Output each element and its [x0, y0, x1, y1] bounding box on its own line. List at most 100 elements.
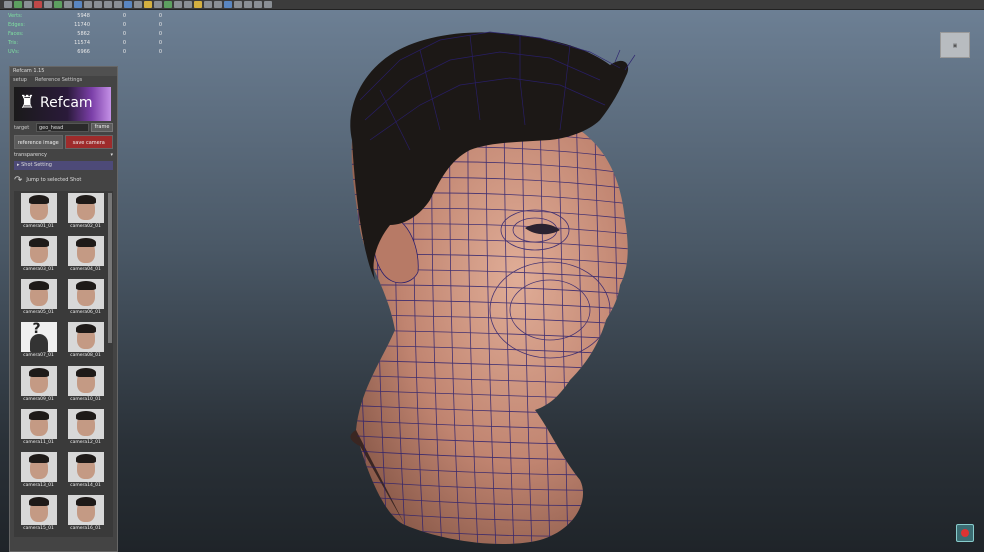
history-icon[interactable] — [124, 1, 132, 8]
thumbnail-caption: camera10_01 — [70, 396, 101, 402]
menu-reference-settings[interactable]: Reference Settings — [35, 77, 82, 84]
render-settings-icon[interactable] — [154, 1, 162, 8]
light-icon[interactable] — [184, 1, 192, 8]
question-mark-icon: ? — [20, 322, 57, 353]
target-label: target — [14, 124, 30, 131]
xray-icon[interactable] — [244, 1, 252, 8]
record-icon[interactable] — [956, 524, 974, 542]
frame-button[interactable]: frame — [91, 123, 113, 132]
save-scene-icon[interactable] — [24, 1, 32, 8]
hud-value: 5862 — [77, 31, 90, 37]
thumbnail-caption: camera11_01 — [23, 439, 54, 445]
hud-label: Tris: — [8, 40, 19, 46]
hud-value: 11574 — [74, 40, 90, 46]
wireframe-icon[interactable] — [224, 1, 232, 8]
head-model[interactable] — [120, 10, 984, 552]
thumbnail-caption: camera15_01 — [23, 525, 54, 531]
hud-label: Edges: — [8, 22, 25, 28]
save-camera-button[interactable]: save camera — [64, 135, 113, 149]
thumbnail-caption: camera06_01 — [70, 310, 101, 316]
sun-icon[interactable] — [194, 1, 202, 8]
hud-value: 5948 — [77, 13, 90, 19]
logo-text: Refcam — [40, 95, 93, 111]
thumbnail-scrollbar[interactable] — [108, 193, 112, 343]
transparency-slider-icon[interactable]: ▾ — [110, 152, 113, 158]
shot-thumbnail[interactable]: camera13_01 — [17, 451, 60, 492]
shot-thumbnail[interactable]: camera03_01 — [17, 236, 60, 276]
snap-curve-icon[interactable] — [94, 1, 102, 8]
target-row: target geo_head frame — [14, 123, 113, 132]
shot-thumbnail[interactable]: camera10_01 — [64, 365, 107, 406]
open-scene-icon[interactable] — [14, 1, 22, 8]
panel-menu: setup Reference Settings — [10, 76, 117, 85]
face-thumbnail-icon — [20, 365, 57, 396]
action-buttons: reference image save camera — [14, 135, 113, 149]
lasso-icon[interactable] — [64, 1, 72, 8]
paint-select-icon[interactable] — [74, 1, 82, 8]
select-icon[interactable] — [54, 1, 62, 8]
snap-point-icon[interactable] — [104, 1, 112, 8]
face-thumbnail-icon — [67, 408, 104, 439]
reference-image-button[interactable]: reference image — [14, 135, 63, 149]
thumbnail-caption: camera01_01 — [23, 224, 54, 229]
shot-thumbnail[interactable]: camera08_01 — [64, 322, 107, 362]
redo-icon[interactable] — [44, 1, 52, 8]
face-thumbnail-icon — [20, 236, 57, 267]
thumbnail-caption: camera02_01 — [70, 224, 101, 229]
new-scene-icon[interactable] — [4, 1, 12, 8]
thumbnail-caption: camera13_01 — [23, 482, 54, 488]
shot-thumbnail[interactable]: camera11_01 — [17, 408, 60, 449]
shot-thumbnail[interactable]: camera04_01 — [64, 236, 107, 276]
thumbnail-caption: camera09_01 — [23, 396, 54, 402]
shot-setting-header[interactable]: ▸ Shot Setting — [14, 161, 113, 170]
camera-icon[interactable] — [174, 1, 182, 8]
tools-icon[interactable] — [264, 1, 272, 8]
face-thumbnail-icon — [20, 193, 57, 223]
shot-thumbnail[interactable]: camera01_01 — [17, 193, 60, 233]
main-toolbar — [0, 0, 984, 10]
shot-thumbnail[interactable]: camera02_01 — [64, 193, 107, 233]
thumbnail-caption: camera16_01 — [70, 525, 101, 531]
hud-value: 11740 — [74, 22, 90, 28]
snap-view-icon[interactable] — [114, 1, 122, 8]
texture-icon[interactable] — [234, 1, 242, 8]
panel-title: Refcam 1.15 — [10, 67, 117, 76]
jump-to-shot[interactable]: ↷ Jump to selected Shot — [14, 173, 113, 187]
shot-thumbnail-grid: camera01_01 camera02_01 camera03_01 came… — [14, 191, 113, 537]
render-icon[interactable] — [134, 1, 142, 8]
undo-icon[interactable] — [34, 1, 42, 8]
hud-value: 6966 — [77, 49, 90, 55]
shot-thumbnail[interactable]: camera12_01 — [64, 408, 107, 449]
shot-thumbnail[interactable]: camera14_01 — [64, 451, 107, 492]
grid-icon[interactable] — [204, 1, 212, 8]
refcam-logo: ♜ Refcam — [14, 87, 111, 121]
shot-thumbnail[interactable]: camera09_01 — [17, 365, 60, 406]
snap-grid-icon[interactable] — [84, 1, 92, 8]
shot-thumbnail[interactable]: camera16_01 — [64, 494, 107, 535]
shot-thumbnail[interactable]: camera05_01 — [17, 279, 60, 319]
ipr-render-icon[interactable] — [144, 1, 152, 8]
face-thumbnail-icon — [67, 365, 104, 396]
transparency-row: transparency ▾ — [14, 152, 113, 158]
shot-thumbnail[interactable]: camera06_01 — [64, 279, 107, 319]
hypershade-icon[interactable] — [164, 1, 172, 8]
view-cube[interactable]: ▣ — [940, 32, 970, 58]
jump-label: Jump to selected Shot — [26, 177, 82, 183]
face-thumbnail-icon — [20, 451, 57, 482]
transparency-label: transparency — [14, 152, 47, 158]
camera-person-icon: ♜ — [19, 92, 36, 113]
face-thumbnail-icon — [20, 279, 57, 310]
menu-setup[interactable]: setup — [13, 77, 27, 84]
face-thumbnail-icon — [67, 322, 104, 353]
redo-arrow-icon: ↷ — [14, 174, 23, 186]
thumbnail-caption: camera07_01 — [23, 353, 54, 359]
thumbnail-caption: camera03_01 — [23, 267, 54, 273]
isolate-icon[interactable] — [254, 1, 262, 8]
3d-viewport[interactable]: ▣ — [120, 10, 984, 552]
shading-icon[interactable] — [214, 1, 222, 8]
face-thumbnail-icon — [67, 193, 104, 223]
shot-thumbnail[interactable]: camera15_01 — [17, 494, 60, 535]
target-field[interactable]: geo_head — [36, 123, 89, 132]
shot-setting-label: Shot Setting — [21, 162, 52, 168]
shot-thumbnail[interactable]: ? camera07_01 — [17, 322, 60, 362]
